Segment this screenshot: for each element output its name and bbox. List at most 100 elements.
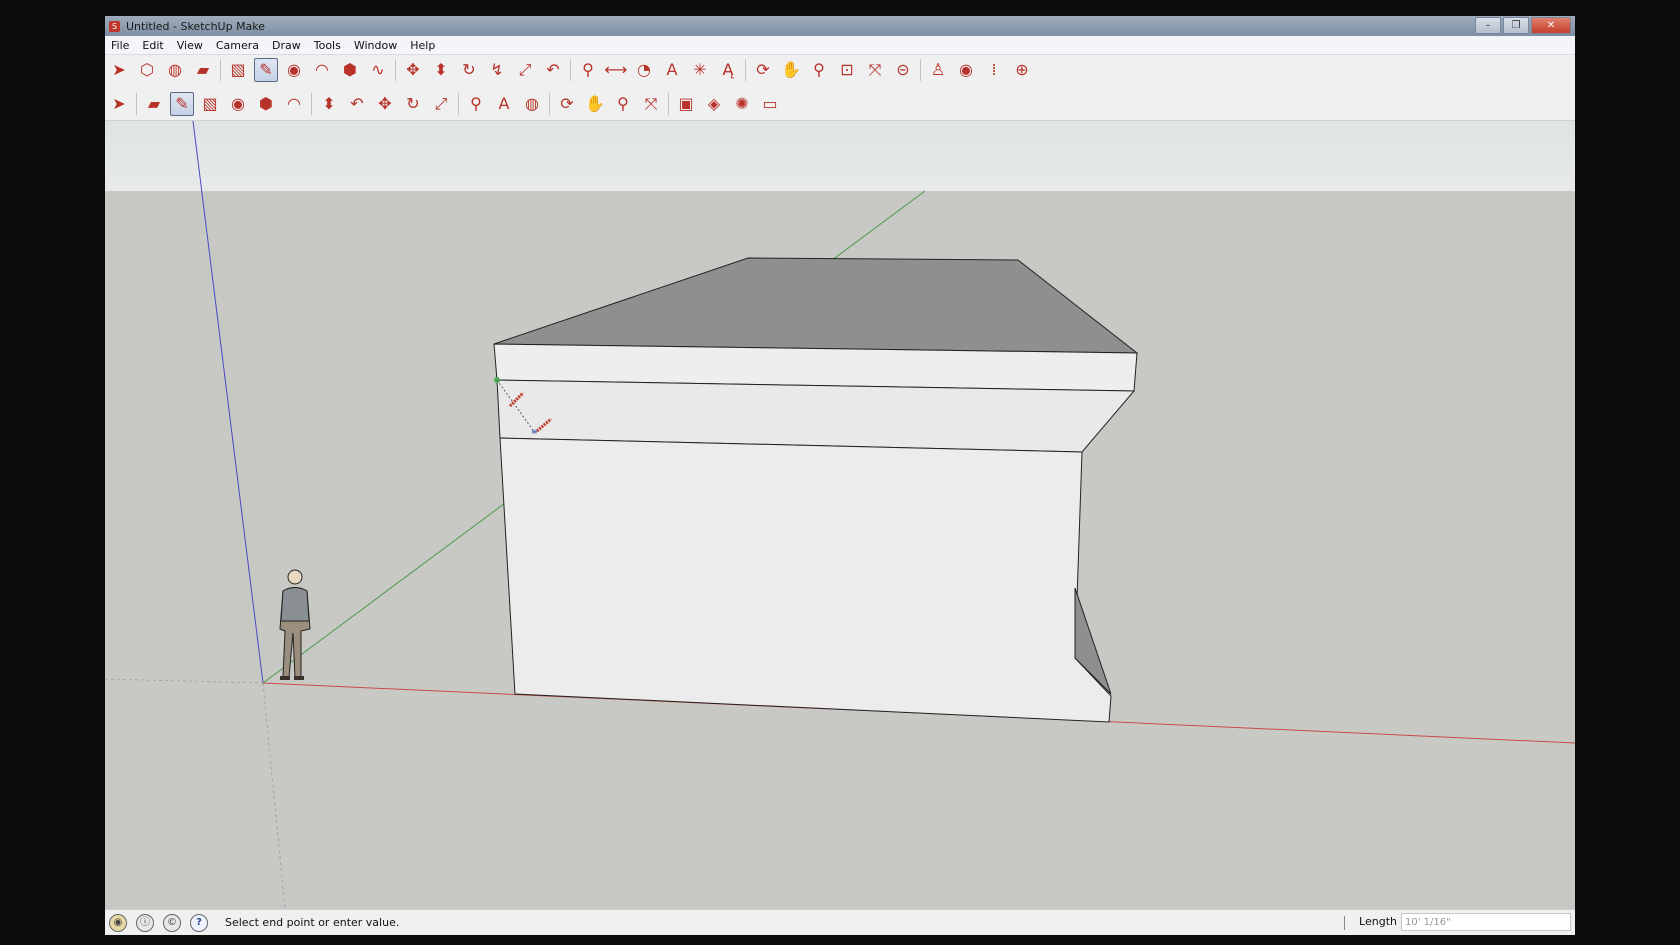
extension-warehouse-tool[interactable]: ✺	[730, 92, 754, 116]
front-face[interactable]	[499, 437, 1112, 723]
measurement-label: Length	[1359, 915, 1397, 928]
sketchup-window: S Untitled - SketchUp Make – ❐ ✕ File Edi…	[105, 16, 1575, 935]
menu-view[interactable]: View	[171, 39, 210, 52]
push-pull-tool-2[interactable]: ⬍	[317, 92, 341, 116]
move-icon: ✥	[378, 94, 392, 113]
orbit-tool-2[interactable]: ⟳	[555, 92, 579, 116]
arc-tool-2[interactable]: ◠	[282, 92, 306, 116]
make-component-tool[interactable]: ⬡	[135, 58, 159, 82]
toolbar-separator	[745, 59, 746, 81]
look-around-tool[interactable]: ◉	[954, 58, 978, 82]
rotate-icon: ↻	[462, 60, 476, 79]
credits-icon[interactable]: ⓘ	[136, 913, 154, 932]
extension-warehouse-icon: ✺	[735, 94, 749, 113]
pencil-icon: ✎	[259, 60, 273, 79]
walk-tool[interactable]: ⁞	[982, 58, 1006, 82]
text-icon: A	[498, 94, 510, 113]
paint-bucket-tool[interactable]: ◍	[163, 58, 187, 82]
pan-tool[interactable]: ✋	[779, 58, 803, 82]
polygon-tool-2[interactable]: ⬢	[254, 92, 278, 116]
arrow-icon: ➤	[112, 60, 126, 79]
dimension-icon: ⟷	[604, 60, 628, 79]
zoom-tool-2[interactable]: ⚲	[611, 92, 635, 116]
zoom-window-tool[interactable]: ⊡	[835, 58, 859, 82]
freehand-icon: ∿	[371, 60, 385, 79]
offset-icon: ↶	[350, 94, 364, 113]
rotate-tool[interactable]: ↻	[457, 58, 481, 82]
close-button[interactable]: ✕	[1531, 17, 1571, 34]
offset-tool-2[interactable]: ↶	[345, 92, 369, 116]
tape-measure-tool-2[interactable]: ⚲	[464, 92, 488, 116]
text-tool[interactable]: A	[660, 58, 684, 82]
menu-camera[interactable]: Camera	[210, 39, 266, 52]
select-tool-2[interactable]: ➤	[107, 92, 131, 116]
move-tool[interactable]: ✥	[401, 58, 425, 82]
zoom-extents-tool[interactable]: ⤧	[863, 58, 887, 82]
menu-tools[interactable]: Tools	[308, 39, 348, 52]
menu-draw[interactable]: Draw	[266, 39, 308, 52]
paint-bucket-tool-2[interactable]: ◍	[520, 92, 544, 116]
move-tool-2[interactable]: ✥	[373, 92, 397, 116]
modeling-viewport[interactable]: ≡	[105, 121, 1575, 909]
magnifier-icon: ⚲	[617, 94, 629, 113]
rectangle-tool-2[interactable]: ▧	[198, 92, 222, 116]
share-model-tool[interactable]: ▭	[758, 92, 782, 116]
zoom-tool[interactable]: ⚲	[807, 58, 831, 82]
protractor-icon: ◔	[637, 60, 651, 79]
scale-tool[interactable]: ⤢	[513, 58, 537, 82]
line-tool-2[interactable]: ✎	[170, 92, 194, 116]
arc-tool[interactable]: ◠	[310, 58, 334, 82]
rectangle-icon: ▧	[230, 60, 246, 79]
zoom-extents-tool-2[interactable]: ⤧	[639, 92, 663, 116]
toolbar-separator	[458, 93, 459, 115]
circle-tool[interactable]: ◉	[282, 58, 306, 82]
maximize-button[interactable]: ❐	[1503, 17, 1529, 34]
freehand-tool[interactable]: ∿	[366, 58, 390, 82]
tape-measure-tool[interactable]: ⚲	[576, 58, 600, 82]
position-camera-tool[interactable]: ♙	[926, 58, 950, 82]
previous-view-tool[interactable]: ⊝	[891, 58, 915, 82]
line-tool[interactable]: ✎	[254, 58, 278, 82]
status-message: Select end point or enter value.	[225, 916, 400, 929]
follow-me-tool[interactable]: ↯	[485, 58, 509, 82]
select-tool[interactable]: ➤	[107, 58, 131, 82]
toolbar-separator	[136, 93, 137, 115]
eraser-tool[interactable]: ▰	[191, 58, 215, 82]
3d-warehouse-tool[interactable]: ▣	[674, 92, 698, 116]
dimension-tool[interactable]: ⟷	[604, 58, 628, 82]
orbit-tool[interactable]: ⟳	[751, 58, 775, 82]
3d-text-tool[interactable]: Ą	[716, 58, 740, 82]
push-pull-icon: ⬍	[434, 60, 448, 79]
protractor-tool[interactable]: ◔	[632, 58, 656, 82]
rotate-icon: ↻	[406, 94, 420, 113]
measurement-input[interactable]: 10' 1/16"	[1401, 913, 1571, 931]
polygon-tool[interactable]: ⬢	[338, 58, 362, 82]
push-pull-tool[interactable]: ⬍	[429, 58, 453, 82]
circle-icon: ◉	[287, 60, 301, 79]
axes-tool[interactable]: ✳	[688, 58, 712, 82]
scale-tool-2[interactable]: ⤢	[429, 92, 453, 116]
help-icon[interactable]: ?	[190, 913, 208, 932]
rotate-tool-2[interactable]: ↻	[401, 92, 425, 116]
eraser-tool-2[interactable]: ▰	[142, 92, 166, 116]
menu-file[interactable]: File	[105, 39, 136, 52]
offset-tool[interactable]: ↶	[541, 58, 565, 82]
scene-canvas[interactable]: ≡	[105, 121, 1575, 909]
menu-help[interactable]: Help	[404, 39, 442, 52]
rectangle-tool[interactable]: ▧	[226, 58, 250, 82]
section-plane-tool[interactable]: ⊕	[1010, 58, 1034, 82]
menu-window[interactable]: Window	[348, 39, 404, 52]
magnifier-icon: ⚲	[813, 60, 825, 79]
pan-tool-2[interactable]: ✋	[583, 92, 607, 116]
menu-edit[interactable]: Edit	[136, 39, 170, 52]
user-account-icon[interactable]: ©	[163, 913, 181, 932]
minimize-button[interactable]: –	[1475, 17, 1501, 34]
text-tool-2[interactable]: A	[492, 92, 516, 116]
share-component-tool[interactable]: ◈	[702, 92, 726, 116]
arc-icon: ◠	[287, 94, 301, 113]
circle-tool-2[interactable]: ◉	[226, 92, 250, 116]
geo-location-icon[interactable]: ◉	[109, 913, 127, 932]
arrow-icon: ➤	[112, 94, 126, 113]
toolbar-separator	[311, 93, 312, 115]
push-pull-icon: ⬍	[322, 94, 336, 113]
